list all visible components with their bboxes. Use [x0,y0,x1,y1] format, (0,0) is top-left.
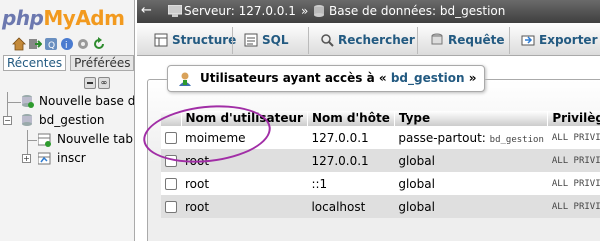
cell-type: global [394,195,548,218]
cell-type: global [394,149,548,172]
cell-privileges: ALL PRIVILEG [547,172,600,195]
table-row: root localhost global ALL PRIVILEG [161,195,600,218]
logout-icon[interactable] [28,37,42,51]
cell-username: root [181,172,308,195]
cell-type: global [394,172,548,195]
navigation-panel: phpMyAdm Q i Récentes Préférées ∞ Nouvel… [0,0,135,241]
tree-item-bd-gestion[interactable]: − bd_gestion [0,111,134,130]
tab-favorites[interactable]: Préférées [70,55,134,71]
new-table-icon [38,133,51,147]
users-panel-title: Utilisateurs ayant accès à « bd_gestion … [167,65,486,92]
phpmyadmin-logo[interactable]: phpMyAdm [2,3,134,33]
cell-host: 127.0.0.1 [307,126,395,149]
database-link[interactable]: bd_gestion [391,71,465,85]
breadcrumb-bar: ← Serveur: 127.0.0.1 » Base de données: … [137,0,600,23]
row-checkbox[interactable] [165,201,177,213]
cell-username: root [181,195,308,218]
query-icon [431,33,443,45]
sql-icon [244,33,258,47]
back-arrow-icon[interactable]: ← [141,3,155,19]
new-database-icon [22,95,34,108]
cell-type: passe-partout: bd_gestion [394,126,548,149]
column-header-type[interactable]: Type [394,111,549,126]
svg-text:i: i [65,41,68,51]
docs-icon[interactable]: i [60,37,74,51]
tree-controls: ∞ [84,77,110,89]
tab-export[interactable]: Exporter [517,28,597,52]
tree-item-inscr[interactable]: + inscr [0,149,134,168]
table-row: root ::1 global ALL PRIVILEG [161,172,600,195]
table-icon [38,152,51,165]
tab-recent[interactable]: Récentes [3,55,67,71]
tabs-bar: Structure SQL Rechercher Requête Exporte… [137,23,600,56]
breadcrumb-separator: » [301,4,309,18]
settings-icon[interactable] [76,37,90,51]
reload-icon[interactable] [92,37,106,51]
search-icon [321,34,334,47]
tree-item-new-table[interactable]: Nouvelle table [0,130,134,149]
nav-icon-bar: Q i [12,37,106,53]
tab-query[interactable]: Requête [426,28,505,52]
structure-icon [154,33,168,47]
cell-host: ::1 [307,172,395,195]
nav-tabs: Récentes Préférées [3,55,134,71]
server-icon [168,5,182,17]
tree-item-new-database[interactable]: Nouvelle base de [0,92,134,111]
collapse-icon[interactable]: − [3,116,12,125]
database-icon [22,114,32,126]
svg-text:Q: Q [48,41,55,51]
tab-search[interactable]: Rechercher [316,28,415,52]
column-header-privileges[interactable]: Privilèges [547,111,600,126]
database-icon [314,5,324,17]
tab-sql[interactable]: SQL [240,28,289,52]
database-tree: Nouvelle base de − bd_gestion Nouvelle t… [0,92,134,168]
cell-host: localhost [307,195,395,218]
cell-privileges: ALL PRIVILEG [547,126,600,149]
home-icon[interactable] [12,37,26,51]
row-checkbox[interactable] [165,178,177,190]
cell-privileges: ALL PRIVILEG [547,195,600,218]
column-header-host[interactable]: Nom d'hôte [307,111,395,126]
expand-icon[interactable]: + [22,154,31,163]
collapse-all-icon[interactable] [84,77,96,89]
query-icon[interactable]: Q [44,37,58,51]
users-icon [179,72,191,86]
breadcrumb-server[interactable]: Serveur: 127.0.0.1 [184,4,296,19]
tab-structure[interactable]: Structure [150,28,236,52]
export-icon [521,35,535,46]
breadcrumb-database[interactable]: Base de données: bd_gestion [329,4,505,19]
cell-host: 127.0.0.1 [307,149,395,172]
cell-privileges: ALL PRIVILEG [547,149,600,172]
link-icon[interactable]: ∞ [98,77,110,89]
